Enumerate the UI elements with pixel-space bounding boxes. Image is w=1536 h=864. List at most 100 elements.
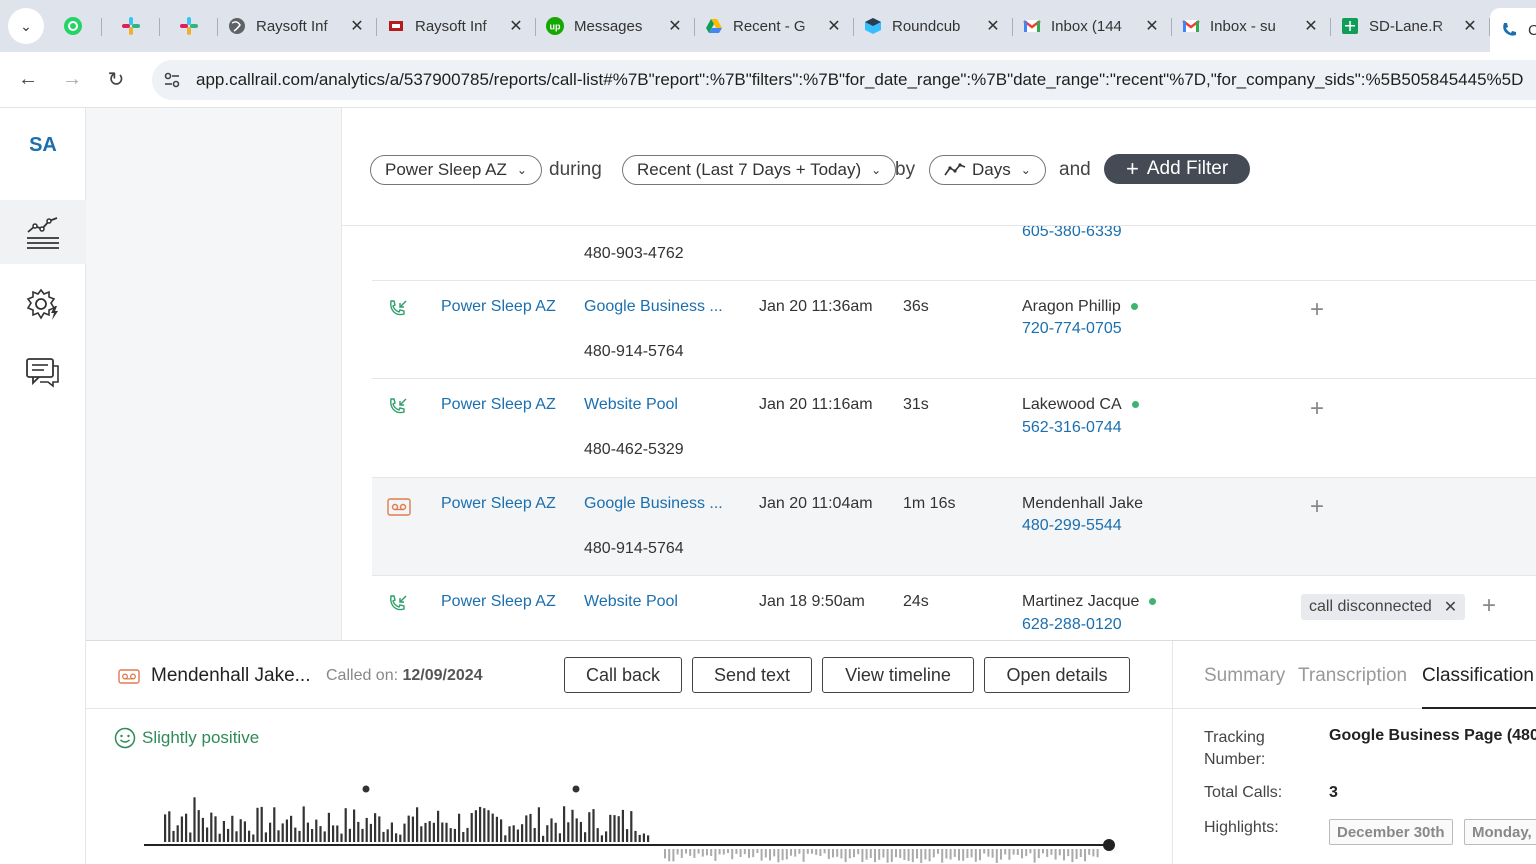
add-tag-button[interactable]: + [1310,296,1324,324]
waveform-bar-agent [802,849,805,862]
waveform-bar-agent [903,849,906,860]
new-caller-dot [1131,401,1139,409]
forward-button[interactable]: → [50,58,94,102]
inbound-call-icon [390,595,407,611]
company-link[interactable]: Power Sleep AZ [441,396,556,414]
open-details-button[interactable]: Open details [984,657,1130,693]
waveform-bar-agent [937,849,939,854]
pinned-tab-slack-1[interactable] [102,8,160,44]
close-icon[interactable]: ✕ [1460,16,1480,36]
send-text-button[interactable]: Send text [692,657,812,693]
waveform-bar-agent [743,849,746,855]
browser-tab[interactable]: up Messages ✕ [536,8,695,44]
add-filter-button[interactable]: + Add Filter [1104,154,1251,184]
remove-tag-icon[interactable]: ✕ [1444,597,1457,617]
caller-phone[interactable]: 562-316-0744 [1022,419,1122,437]
waveform-bar-caller [588,812,591,842]
caller-name-text: Martinez Jacque [1022,593,1140,610]
tab-title: Raysoft Inf [256,17,328,35]
back-button[interactable]: ← [6,58,50,102]
close-icon[interactable]: ✕ [983,16,1003,36]
close-icon[interactable]: ✕ [347,16,367,36]
add-tag-button[interactable]: + [1310,395,1324,423]
waveform-bar-caller [378,816,381,842]
waveform-bar-caller [550,818,553,842]
browser-tab[interactable]: Raysoft Inf ✕ [218,8,377,44]
sidebar-item-analytics[interactable] [0,200,86,264]
pinned-tab-slack-2[interactable] [160,8,218,44]
table-row[interactable]: Power Sleep AZ Google Business ... Jan 2… [372,281,1536,379]
browser-tab[interactable]: Inbox (144 ✕ [1013,8,1172,44]
close-icon[interactable]: ✕ [1142,16,1162,36]
browser-tab[interactable]: SD-Lane.R ✕ [1331,8,1490,44]
pinned-tab-whatsapp[interactable] [44,8,102,44]
company-link[interactable]: Power Sleep AZ [441,593,556,611]
waveform-bar-caller [437,810,440,842]
waveform-bar-caller [428,821,431,842]
company-filter-dropdown[interactable]: Power Sleep AZ ⌄ [370,155,542,185]
close-icon[interactable]: ✕ [506,16,526,36]
source-link[interactable]: Google Business ... [584,298,723,316]
table-row[interactable]: Power Sleep AZ Website Pool Jan 18 9:50a… [372,576,1536,640]
close-icon[interactable]: ✕ [824,16,844,36]
browser-tab[interactable]: Inbox - su ✕ [1172,8,1331,44]
close-icon[interactable]: ✕ [665,16,685,36]
waveform-bar-agent [773,849,776,857]
interval-dropdown[interactable]: Days ⌄ [929,155,1046,185]
waveform-bar-caller [273,807,276,842]
source-link[interactable]: Website Pool [584,593,678,611]
call-back-button[interactable]: Call back [564,657,682,693]
reload-button[interactable]: ↻ [94,58,138,102]
playhead-handle [1103,839,1115,851]
sidebar-item-settings[interactable] [0,272,86,336]
waveform-bar-caller [311,829,314,842]
waveform-bar-caller [474,810,477,842]
add-tag-button[interactable]: + [1482,592,1496,620]
browser-tab[interactable]: Roundcub ✕ [854,8,1013,44]
table-row-selected[interactable]: Power Sleep AZ Google Business ... Jan 2… [372,478,1536,576]
caller-phone[interactable]: 605-380-6339 [1022,226,1122,241]
audio-waveform[interactable] [144,781,1124,864]
browser-tab-active[interactable]: C [1490,8,1536,52]
tab-search-dropdown[interactable]: ⌄ [8,8,44,44]
company-link[interactable]: Power Sleep AZ [441,298,556,316]
waveform-bar-agent [731,849,734,860]
caller-phone[interactable]: 720-774-0705 [1022,320,1122,338]
waveform-bar-caller [449,828,452,842]
company-link[interactable]: Power Sleep AZ [441,495,556,513]
caller-phone[interactable]: 628-288-0120 [1022,616,1122,634]
table-row[interactable]: 605-380-6339 480-903-4762 [372,226,1536,281]
source-link[interactable]: Google Business ... [584,495,723,513]
waveform-bar-caller [365,817,368,842]
waveform-bar-caller [403,823,406,842]
site-settings-icon[interactable] [162,70,182,90]
waveform-bar-agent [790,849,792,856]
date-range-dropdown[interactable]: Recent (Last 7 Days + Today) ⌄ [622,155,897,185]
smiley-icon [114,727,136,749]
waveform-bar-agent [882,849,885,858]
waveform-bar-agent [995,849,998,863]
add-tag-button[interactable]: + [1310,493,1324,521]
tab-classification[interactable]: Classification [1422,665,1534,687]
source-link[interactable]: Website Pool [584,396,678,414]
browser-tab[interactable]: Raysoft Inf ✕ [377,8,536,44]
sidebar-item-conversations[interactable] [0,340,86,404]
tracking-number: 480-903-4762 [584,245,684,262]
waveform-bar-agent [1016,849,1019,855]
waveform-bar-caller [546,825,549,842]
view-timeline-button[interactable]: View timeline [822,657,974,693]
highlight-chip[interactable]: December 30th [1329,819,1453,845]
waveform-bar-caller [168,811,171,842]
tab-transcription[interactable]: Transcription [1298,665,1407,687]
close-icon[interactable]: ✕ [1301,16,1321,36]
tab-summary[interactable]: Summary [1204,665,1285,687]
caller-phone[interactable]: 480-299-5544 [1022,517,1122,535]
table-row[interactable]: Power Sleep AZ Website Pool Jan 20 11:16… [372,379,1536,478]
account-avatar[interactable]: SA [0,134,86,157]
address-bar[interactable]: app.callrail.com/analytics/a/537900785/r… [152,60,1536,100]
browser-tab[interactable]: Recent - G ✕ [695,8,854,44]
waveform-bar-caller [227,828,230,842]
waveform-bar-caller [554,822,557,842]
highlight-chip[interactable]: Monday, [1464,819,1536,845]
waveform-bar-caller [306,822,309,842]
